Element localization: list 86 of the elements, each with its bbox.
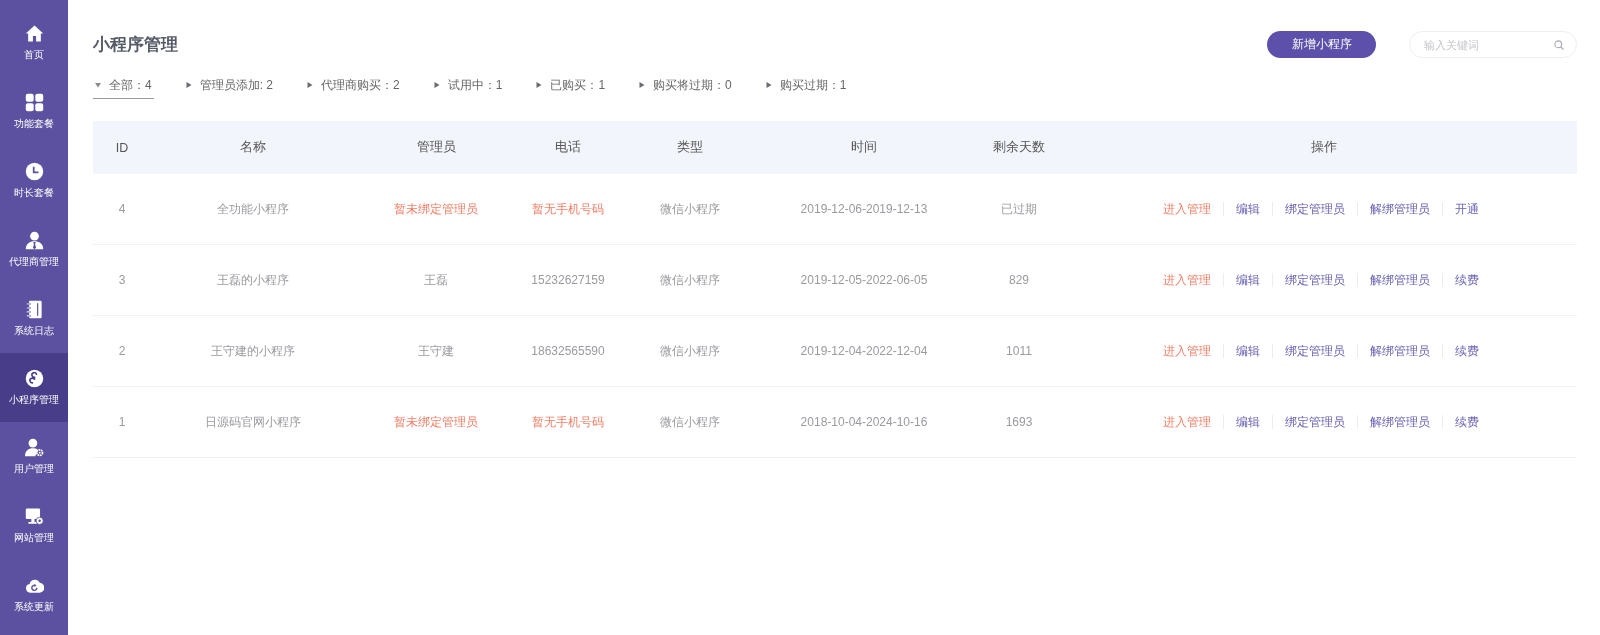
sidebar-item[interactable]: 代理商管理	[0, 215, 68, 284]
caret-icon	[185, 82, 192, 88]
table-cell: 1011	[1006, 344, 1032, 358]
table-cell: 2	[118, 344, 126, 358]
home-icon	[24, 23, 44, 43]
filter-tab[interactable]: 已购买：1	[534, 76, 608, 99]
sidebar-item[interactable]: 系统更新	[0, 560, 68, 629]
caret-icon	[433, 82, 440, 88]
action-link[interactable]: 解绑管理员	[1358, 413, 1442, 431]
add-button[interactable]: 新增小程序	[1267, 31, 1376, 58]
action-link[interactable]: 编辑	[1224, 342, 1272, 360]
table-cell: 王守建的小程序	[211, 342, 295, 360]
notebook-icon	[24, 299, 44, 319]
action-link[interactable]: 续费	[1443, 413, 1491, 431]
grid-icon	[24, 92, 44, 112]
column-header: 时间	[851, 139, 877, 156]
table-cell: 暂未绑定管理员	[394, 413, 478, 431]
table-cell: 2019-12-06-2019-12-13	[800, 202, 928, 216]
table-cell: 2019-12-04-2022-12-04	[800, 344, 928, 358]
filter-tab[interactable]: 购买过期：1	[763, 76, 849, 99]
table-cell: 1	[118, 415, 126, 429]
table-cell: 829	[1009, 273, 1029, 287]
action-link[interactable]: 绑定管理员	[1273, 413, 1357, 431]
action-link[interactable]: 绑定管理员	[1273, 200, 1357, 218]
clock-icon	[24, 161, 44, 181]
table-cell: 微信小程序	[660, 200, 720, 218]
filter-tab[interactable]: 代理商购买：2	[305, 76, 402, 99]
table-cell: 4	[118, 202, 126, 216]
action-link[interactable]: 编辑	[1224, 271, 1272, 289]
caret-icon	[639, 82, 646, 88]
person-icon	[24, 230, 44, 250]
sidebar-item[interactable]: 时长套餐	[0, 146, 68, 215]
table-cell: 王守建	[418, 342, 454, 360]
table-cell: 王磊的小程序	[217, 271, 289, 289]
sidebar-item[interactable]: 网站管理	[0, 491, 68, 560]
column-header: ID	[115, 140, 129, 155]
action-link[interactable]: 续费	[1443, 342, 1491, 360]
table-cell: 3	[118, 273, 126, 287]
table-cell: 日源码官网小程序	[205, 413, 301, 431]
table-cell: 微信小程序	[660, 271, 720, 289]
filter-tab[interactable]: 管理员添加: 2	[183, 76, 276, 99]
column-header: 电话	[555, 139, 581, 156]
action-link[interactable]: 绑定管理员	[1273, 342, 1357, 360]
table-cell: 暂未绑定管理员	[394, 200, 478, 218]
sidebar-item[interactable]: 用户管理	[0, 422, 68, 491]
table-cell: 已过期	[1001, 200, 1037, 218]
column-header: 操作	[1311, 139, 1337, 156]
action-link[interactable]: 编辑	[1224, 413, 1272, 431]
table-cell: 1693	[1005, 415, 1033, 429]
sidebar-item[interactable]: 首页	[0, 8, 68, 77]
table-cell: 微信小程序	[660, 342, 720, 360]
search-icon	[1554, 39, 1564, 50]
caret-icon	[307, 82, 314, 88]
table-cell: 全功能小程序	[217, 200, 289, 218]
sidebar-item[interactable]: 系统日志	[0, 284, 68, 353]
action-link[interactable]: 续费	[1443, 271, 1491, 289]
monitor-gear-icon	[24, 506, 44, 526]
action-link[interactable]: 开通	[1443, 200, 1491, 218]
table-cell: 微信小程序	[660, 413, 720, 431]
caret-icon	[95, 82, 101, 88]
table-cell: 暂无手机号码	[532, 200, 604, 218]
action-link[interactable]: 解绑管理员	[1358, 271, 1442, 289]
table-cell: 暂无手机号码	[532, 413, 604, 431]
sidebar-item[interactable]: 功能套餐	[0, 77, 68, 146]
action-link[interactable]: 解绑管理员	[1358, 200, 1442, 218]
user-gear-icon	[24, 437, 44, 457]
caret-icon	[536, 82, 543, 88]
table-cell: 18632565590	[531, 344, 605, 358]
filter-tab[interactable]: 试用中：1	[431, 76, 505, 99]
table-cell: 15232627159	[531, 273, 605, 287]
table-cell: 2018-10-04-2024-10-16	[800, 415, 928, 429]
filter-tab[interactable]: 购买将过期：0	[637, 76, 734, 99]
column-header: 管理员	[416, 139, 456, 156]
page-title: 小程序管理	[93, 34, 178, 56]
column-header: 剩余天数	[993, 139, 1045, 156]
action-link[interactable]: 解绑管理员	[1358, 342, 1442, 360]
action-link[interactable]: 绑定管理员	[1273, 271, 1357, 289]
table-cell: 2019-12-05-2022-06-05	[800, 273, 928, 287]
link-circle-icon	[24, 368, 44, 388]
column-header: 类型	[677, 139, 703, 156]
table-cell: 王磊	[424, 271, 448, 289]
filter-tab[interactable]: 全部：4	[93, 76, 154, 99]
action-link[interactable]: 编辑	[1224, 200, 1272, 218]
sidebar-item[interactable]: 小程序管理	[0, 353, 68, 422]
caret-icon	[765, 82, 772, 88]
column-header: 名称	[240, 139, 266, 156]
